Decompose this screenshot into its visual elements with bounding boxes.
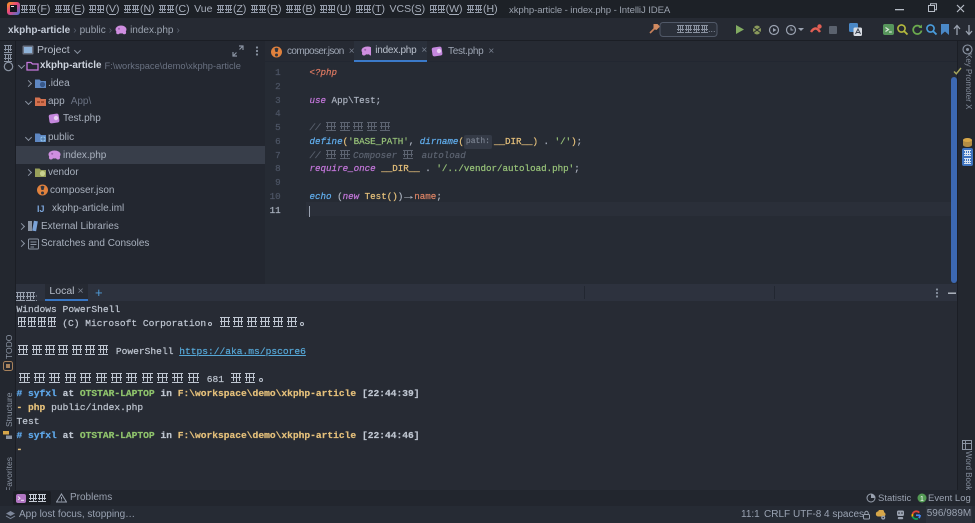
svg-text:IJ: IJ: [37, 204, 45, 214]
svg-text:1: 1: [920, 496, 924, 503]
